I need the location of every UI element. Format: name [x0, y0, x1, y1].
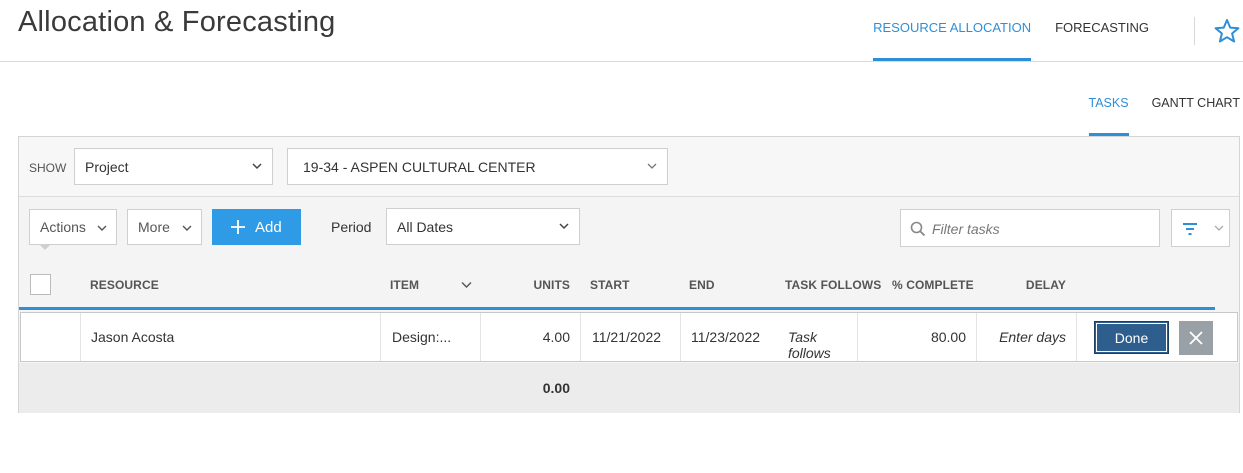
period-label: Period — [331, 219, 372, 235]
col-task-follows[interactable]: TASK FOLLOWS — [785, 278, 881, 292]
table-row[interactable]: Jason Acosta Design:... 4.00 11/21/2022 … — [20, 312, 1238, 362]
col-pct-complete[interactable]: % COMPLETE — [892, 278, 974, 292]
select-all-checkbox[interactable] — [30, 274, 51, 295]
plus-icon — [231, 220, 245, 234]
top-tabs: RESOURCE ALLOCATION FORECASTING — [873, 0, 1173, 61]
task-follows-value[interactable]: Task follows — [788, 329, 857, 361]
add-button[interactable]: Add — [212, 209, 301, 245]
project-select[interactable]: 19-34 - ASPEN CULTURAL CENTER — [287, 148, 668, 185]
filter-placeholder: Filter tasks — [932, 221, 1000, 237]
end-cell[interactable]: 11/23/2022 Task follows — [681, 313, 858, 361]
chevron-down-icon[interactable] — [461, 281, 472, 289]
period-value: All Dates — [397, 219, 454, 235]
chevron-down-icon — [1214, 225, 1224, 231]
period-select[interactable]: All Dates — [386, 208, 580, 245]
item-cell[interactable]: Design:... — [381, 313, 481, 361]
resource-cell[interactable]: Jason Acosta — [81, 313, 381, 361]
tab-gantt-chart[interactable]: GANTT CHART — [1152, 94, 1240, 136]
close-icon — [1189, 331, 1203, 345]
header-divider — [1194, 17, 1195, 45]
col-units[interactable]: UNITS — [489, 278, 570, 292]
project-select-value: 19-34 - ASPEN CULTURAL CENTER — [303, 159, 536, 175]
end-value: 11/23/2022 — [691, 329, 761, 345]
delay-cell[interactable]: Enter days — [977, 313, 1077, 361]
show-type-select[interactable]: Project — [74, 148, 273, 185]
chevron-down-icon — [182, 225, 192, 231]
show-bar: SHOW Project 19-34 - ASPEN CULTURAL CENT… — [19, 137, 1239, 197]
tab-tasks[interactable]: TASKS — [1088, 94, 1129, 136]
grid-header: RESOURCE ITEM UNITS START END TASK FOLLO… — [19, 259, 1215, 310]
more-button[interactable]: More — [127, 209, 202, 245]
row-select-cell[interactable] — [21, 313, 81, 361]
filter-tasks-input[interactable]: Filter tasks — [900, 209, 1160, 247]
totals-row: 0.00 — [19, 363, 1239, 413]
col-start[interactable]: START — [590, 278, 630, 292]
actions-pointer — [39, 244, 51, 250]
col-resource[interactable]: RESOURCE — [90, 278, 159, 292]
cancel-row-button[interactable] — [1179, 321, 1213, 355]
col-item[interactable]: ITEM — [390, 278, 419, 292]
tab-forecasting[interactable]: FORECASTING — [1055, 0, 1149, 61]
more-label: More — [138, 219, 170, 235]
show-type-value: Project — [85, 159, 129, 175]
filter-button[interactable] — [1171, 209, 1209, 247]
units-total: 0.00 — [542, 380, 570, 396]
view-tabs: TASKS GANTT CHART — [1066, 94, 1243, 136]
show-label: SHOW — [29, 161, 67, 175]
chevron-down-icon — [559, 223, 569, 230]
actions-button[interactable]: Actions — [29, 209, 117, 245]
tab-resource-allocation[interactable]: RESOURCE ALLOCATION — [873, 0, 1032, 61]
header-divider-line — [0, 61, 1243, 62]
tasks-panel: SHOW Project 19-34 - ASPEN CULTURAL CENT… — [18, 136, 1240, 413]
search-icon — [910, 221, 926, 237]
filter-options-button[interactable] — [1208, 209, 1230, 247]
chevron-down-icon — [647, 163, 657, 169]
actions-label: Actions — [40, 219, 86, 235]
col-delay[interactable]: DELAY — [1009, 278, 1066, 292]
pct-complete-cell[interactable]: 80.00 — [858, 313, 977, 361]
start-cell[interactable]: 11/21/2022 — [581, 313, 681, 361]
star-icon[interactable] — [1214, 18, 1240, 44]
add-label: Add — [255, 219, 282, 236]
chevron-down-icon — [252, 163, 262, 170]
chevron-down-icon — [97, 225, 107, 231]
page-title: Allocation & Forecasting — [18, 6, 336, 38]
done-button[interactable]: Done — [1094, 321, 1169, 354]
col-end[interactable]: END — [689, 278, 715, 292]
filter-icon — [1183, 223, 1197, 235]
units-cell[interactable]: 4.00 — [481, 313, 581, 361]
